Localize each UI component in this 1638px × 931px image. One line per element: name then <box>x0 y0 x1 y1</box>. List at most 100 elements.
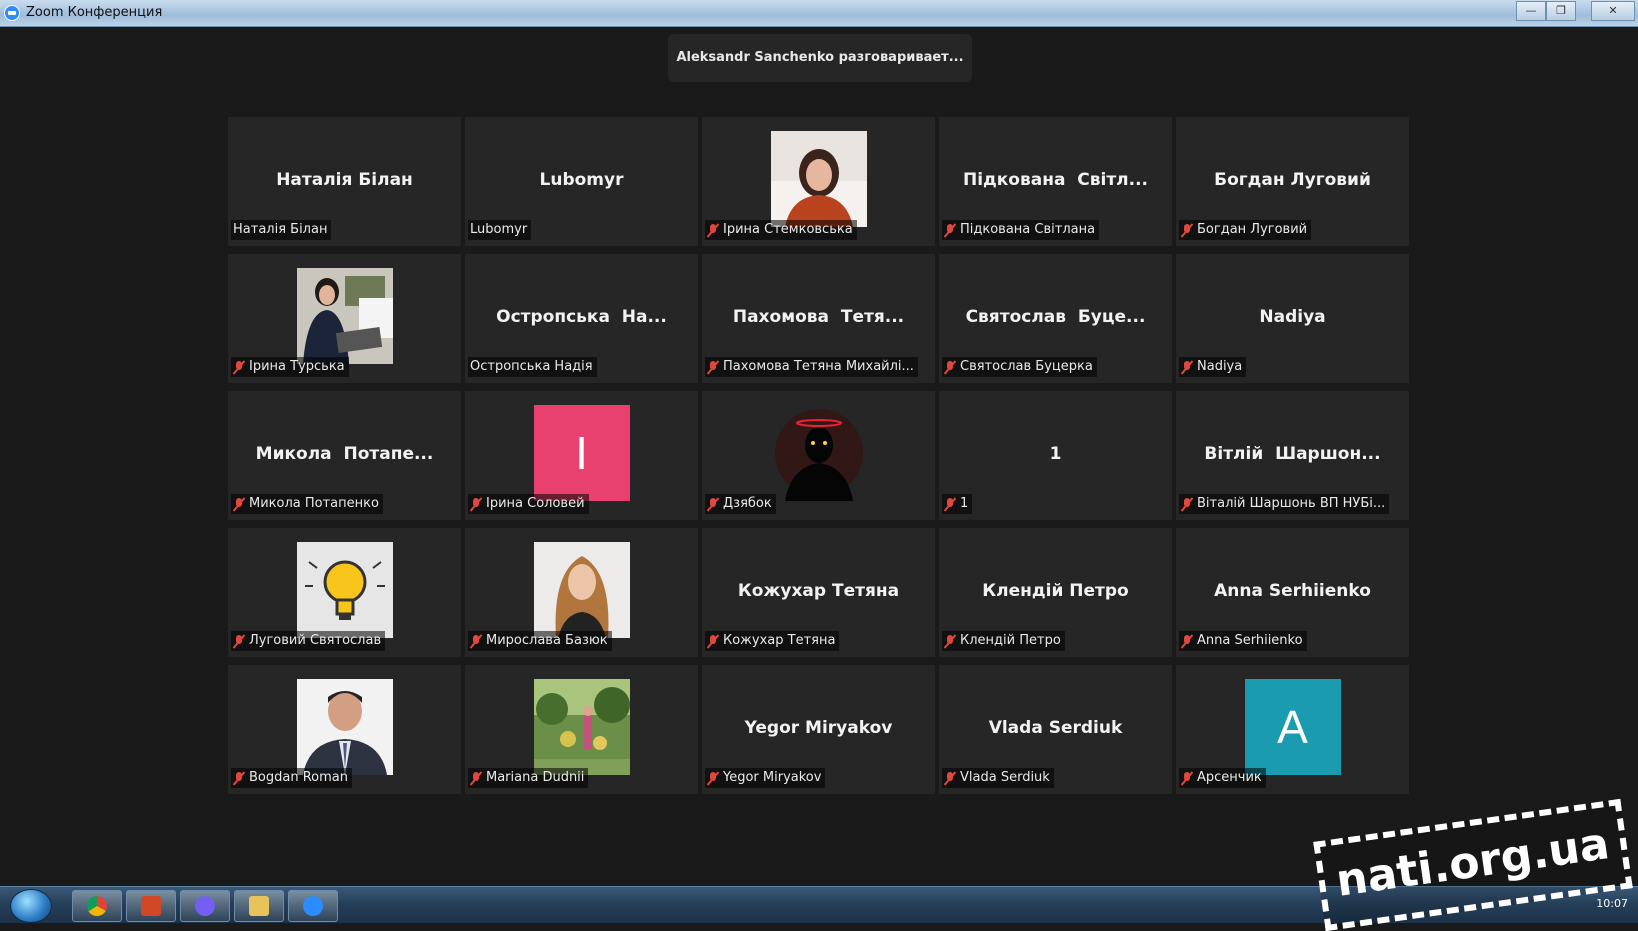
participant-tile[interactable]: Наталія Білан Наталія Білан <box>228 117 461 246</box>
muted-mic-icon <box>707 223 719 238</box>
participant-name-label: Bogdan Roman <box>231 768 352 788</box>
participant-tile[interactable]: Остропська На... Остропська Надія <box>465 254 698 383</box>
avatar <box>296 268 393 364</box>
participant-name-text: Клендій Петро <box>960 633 1061 648</box>
participant-name-text: Mariana Dudnii <box>486 770 585 785</box>
muted-mic-icon <box>233 771 245 786</box>
participant-name-text: 1 <box>960 496 969 511</box>
participant-name-text: Ірина Турська <box>249 359 345 374</box>
taskbar-powerpoint[interactable] <box>126 890 176 922</box>
chrome-icon <box>87 896 107 916</box>
participant-tile[interactable]: Микола Потапе... Микола Потапенко <box>228 391 461 520</box>
participant-name-label: 1 <box>942 494 973 514</box>
participant-name-label: Yegor Miryakov <box>705 768 826 788</box>
muted-mic-icon <box>470 497 482 512</box>
avatar <box>296 542 393 638</box>
participant-name-label: Ірина Турська <box>231 357 349 377</box>
participant-display-name: Nadiya <box>1259 306 1326 327</box>
participant-tile[interactable]: Nadiya Nadiya <box>1176 254 1409 383</box>
participant-tile[interactable]: Луговий Святослав <box>228 528 461 657</box>
participant-display-name: Святослав Буце... <box>965 306 1146 327</box>
participant-name-label: Святослав Буцерка <box>942 357 1097 377</box>
participant-tile[interactable]: Мирослава Базюк <box>465 528 698 657</box>
muted-mic-icon <box>944 360 956 375</box>
participant-name-label: Віталій Шаршонь ВП НУБі... <box>1179 494 1390 514</box>
participant-tile[interactable]: Підкована Світл... Підкована Світлана <box>939 117 1172 246</box>
participant-name-label: Ірина Соловей <box>468 494 589 514</box>
participant-tile[interactable]: Святослав Буце... Святослав Буцерка <box>939 254 1172 383</box>
participant-display-name: Vlada Serdiuk <box>988 717 1123 738</box>
participant-display-name: 1 <box>1049 443 1062 464</box>
participant-display-name: Богдан Луговий <box>1214 169 1371 190</box>
participant-tile[interactable]: Ірина Турська <box>228 254 461 383</box>
participant-name-text: Підкована Світлана <box>960 222 1096 237</box>
window-titlebar: Zoom Конференция — ❐ ✕ <box>0 0 1638 27</box>
muted-mic-icon <box>1181 497 1193 512</box>
participant-name-text: Lubomyr <box>470 222 528 237</box>
minimize-button[interactable]: — <box>1516 1 1546 21</box>
participant-name-text: Святослав Буцерка <box>960 359 1093 374</box>
muted-mic-icon <box>707 360 719 375</box>
taskbar-explorer[interactable] <box>234 890 284 922</box>
participant-name-text: Yegor Miryakov <box>723 770 822 785</box>
avatar <box>770 405 867 501</box>
window-title: Zoom Конференция <box>26 5 163 20</box>
participant-display-name: Yegor Miryakov <box>744 717 893 738</box>
participant-tile[interactable]: Mariana Dudnii <box>465 665 698 794</box>
participant-tile[interactable]: Vlada Serdiuk Vlada Serdiuk <box>939 665 1172 794</box>
participant-tile[interactable]: Клендій Петро Клендій Петро <box>939 528 1172 657</box>
participant-display-name: Пахомова Тетя... <box>732 306 905 327</box>
participant-name-label: Микола Потапенко <box>231 494 383 514</box>
participant-tile[interactable]: Anna Serhiienko Anna Serhiienko <box>1176 528 1409 657</box>
close-button[interactable]: ✕ <box>1591 1 1635 21</box>
maximize-button[interactable]: ❐ <box>1546 1 1576 21</box>
participant-name-label: Mariana Dudnii <box>468 768 589 788</box>
participant-tile[interactable]: A Арсенчик <box>1176 665 1409 794</box>
participant-tile[interactable]: Богдан Луговий Богдан Луговий <box>1176 117 1409 246</box>
participant-tile[interactable]: Yegor Miryakov Yegor Miryakov <box>702 665 935 794</box>
zoom-icon <box>303 896 323 916</box>
participant-name-text: Мирослава Базюк <box>486 633 608 648</box>
participant-name-label: Пахомова Тетяна Михайлі... <box>705 357 918 377</box>
participant-name-label: Ірина Стемковська <box>705 220 857 240</box>
participant-tile[interactable]: 11 <box>939 391 1172 520</box>
participant-name-text: Vlada Serdiuk <box>960 770 1050 785</box>
participant-name-text: Наталія Білан <box>233 222 328 237</box>
participant-name-label: Anna Serhiienko <box>1179 631 1307 651</box>
muted-mic-icon <box>944 771 956 786</box>
gallery-grid: Наталія Білан Наталія Білан Lubomyr Lubomyr… <box>228 117 1409 794</box>
taskbar-zoom[interactable] <box>288 890 338 922</box>
participant-name-text: Nadiya <box>1197 359 1243 374</box>
participant-name-label: Луговий Святослав <box>231 631 386 651</box>
participant-tile[interactable]: Дзябок <box>702 391 935 520</box>
participant-name-label: Кожухар Тетяна <box>705 631 840 651</box>
participant-name-label: Мирослава Базюк <box>468 631 612 651</box>
participant-display-name: Наталія Білан <box>276 169 413 190</box>
participant-display-name: Остропська На... <box>496 306 667 327</box>
participant-tile[interactable]: Lubomyr Lubomyr <box>465 117 698 246</box>
participant-name-text: Ірина Соловей <box>486 496 585 511</box>
participant-tile[interactable]: Пахомова Тетя... Пахомова Тетяна Михайлі.… <box>702 254 935 383</box>
start-button[interactable] <box>10 889 52 923</box>
muted-mic-icon <box>707 497 719 512</box>
participant-name-text: Богдан Луговий <box>1197 222 1308 237</box>
participant-tile[interactable]: Ірина Стемковська <box>702 117 935 246</box>
avatar <box>533 679 630 775</box>
participant-tile[interactable]: Bogdan Roman <box>228 665 461 794</box>
muted-mic-icon <box>944 634 956 649</box>
muted-mic-icon <box>1181 223 1193 238</box>
taskbar-viber[interactable] <box>180 890 230 922</box>
muted-mic-icon <box>470 634 482 649</box>
muted-mic-icon <box>233 634 245 649</box>
taskbar-chrome[interactable] <box>72 890 122 922</box>
participant-tile[interactable]: Кожухар Тетяна Кожухар Тетяна <box>702 528 935 657</box>
muted-mic-icon <box>1181 634 1193 649</box>
participant-name-label: Богдан Луговий <box>1179 220 1312 240</box>
muted-mic-icon <box>707 634 719 649</box>
participant-tile[interactable]: Вiтлiй Шаршон... Віталій Шаршонь ВП НУБі.… <box>1176 391 1409 520</box>
participant-name-label: Підкована Світлана <box>942 220 1100 240</box>
participant-tile[interactable]: І Ірина Соловей <box>465 391 698 520</box>
muted-mic-icon <box>233 497 245 512</box>
muted-mic-icon <box>944 497 956 512</box>
participant-name-label: Арсенчик <box>1179 768 1266 788</box>
